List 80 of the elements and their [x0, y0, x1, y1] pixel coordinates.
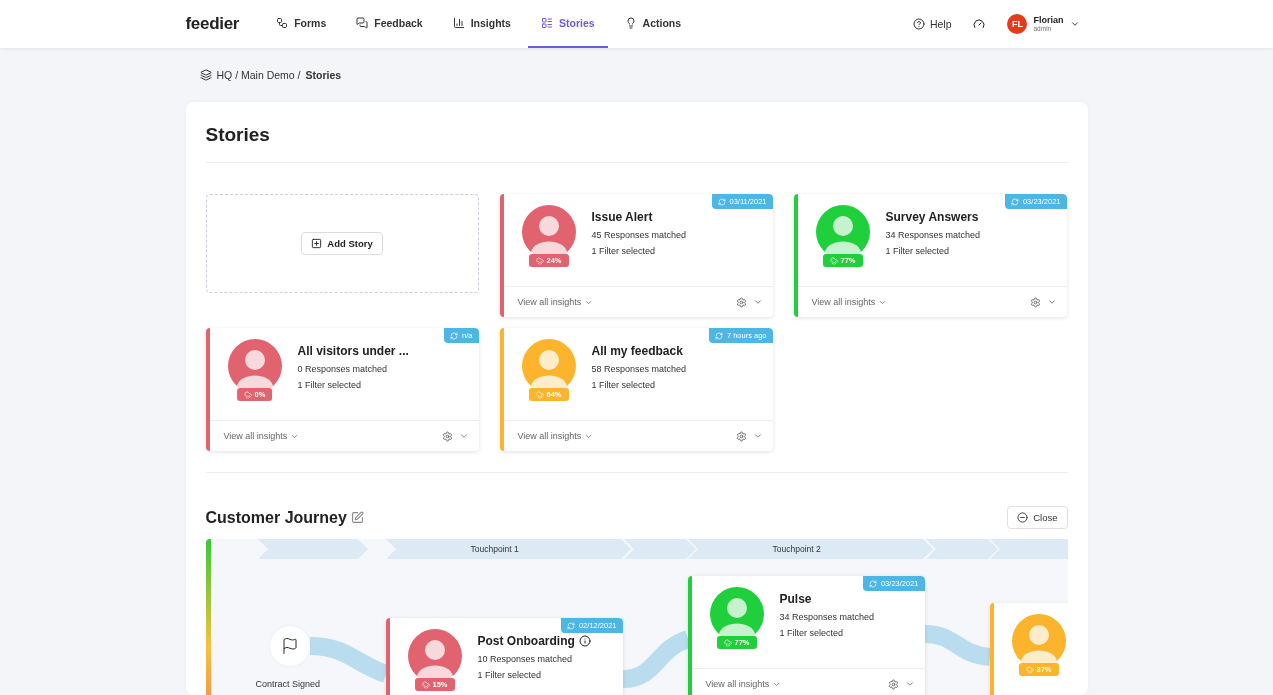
- lightbulb-icon: [624, 17, 637, 29]
- responses-count: 34 Responses matched: [885, 229, 981, 242]
- chevron-down-icon[interactable]: [1046, 297, 1057, 307]
- close-button[interactable]: Close: [1007, 506, 1068, 529]
- help-icon: [912, 18, 925, 30]
- section-title: Customer Journey: [205, 508, 364, 527]
- settings-icon[interactable]: [887, 678, 899, 690]
- edit-icon[interactable]: [350, 511, 364, 524]
- responses-count: 34 Responses matched: [779, 611, 875, 624]
- stage-label: Touchpoint 2: [772, 544, 821, 554]
- story-title: Post Onboarding: [477, 634, 591, 648]
- refresh-icon: [566, 621, 575, 630]
- bar-chart-icon: [452, 17, 465, 29]
- flow-ribbon: [924, 625, 991, 666]
- flow-ribbon: [621, 630, 691, 688]
- settings-icon[interactable]: [441, 430, 453, 442]
- view-insights-link[interactable]: View all insights: [517, 297, 730, 307]
- chevron-down-icon[interactable]: [904, 679, 915, 689]
- page-title: Stories: [205, 102, 1068, 163]
- story-title: Pulse: [779, 592, 813, 606]
- chevron-down-icon[interactable]: [752, 297, 763, 307]
- view-insights-link[interactable]: View all insights: [811, 297, 1024, 307]
- filter-count: 1 Filter selected: [591, 245, 657, 258]
- chevron-down-icon[interactable]: [752, 431, 763, 441]
- refresh-icon: [450, 331, 459, 340]
- help-link[interactable]: Help: [912, 18, 952, 30]
- filter-count: 1 Filter selected: [779, 627, 845, 640]
- refresh-icon: [868, 579, 877, 588]
- minus-circle-icon: [1017, 512, 1029, 523]
- cloud-icon: [243, 390, 252, 399]
- cloud-icon: [1025, 665, 1034, 674]
- list-icon: [540, 17, 553, 29]
- story-title: All my feedback: [591, 344, 684, 358]
- cloud-icon: [723, 638, 732, 647]
- settings-icon[interactable]: [735, 296, 747, 308]
- plus-icon: [311, 238, 323, 249]
- settings-icon[interactable]: [735, 430, 747, 442]
- info-icon[interactable]: [578, 635, 591, 647]
- responses-count: 0 Responses matched: [297, 363, 389, 376]
- flag-icon: [280, 637, 299, 655]
- cloud-icon: [535, 390, 544, 399]
- cloud-icon: [829, 256, 838, 265]
- add-story-button[interactable]: Add Story: [301, 232, 383, 255]
- logo[interactable]: feedier: [185, 14, 240, 34]
- refresh-icon: [714, 331, 723, 340]
- breadcrumb-current: Stories: [305, 69, 342, 81]
- view-insights-link[interactable]: View all insights: [223, 431, 436, 441]
- gauge-icon[interactable]: [973, 18, 986, 30]
- nav-tab[interactable]: Forms: [263, 0, 340, 48]
- settings-icon[interactable]: [1029, 296, 1041, 308]
- filter-count: 1 Filter selected: [477, 669, 543, 682]
- view-insights-link[interactable]: View all insights: [517, 431, 730, 441]
- user-avatar[interactable]: FL: [1007, 14, 1028, 34]
- refresh-icon: [717, 197, 726, 206]
- responses-count: 45 Responses matched: [591, 229, 687, 242]
- chevron-down-icon[interactable]: [458, 431, 469, 441]
- cloud-icon: [535, 256, 544, 265]
- nav-tab[interactable]: Stories: [527, 0, 608, 48]
- story-title: All visitors under ...: [297, 344, 409, 358]
- refresh-icon: [1010, 197, 1019, 206]
- workflow-icon: [276, 17, 289, 29]
- filter-count: 1 Filter selected: [297, 379, 363, 392]
- milestone-label: Contract Signed: [255, 679, 321, 689]
- layers-icon: [199, 69, 212, 81]
- responses-count: 10 Responses matched: [477, 653, 574, 666]
- filter-count: 1 Filter selected: [885, 245, 951, 258]
- story-title: Issue Alert: [591, 210, 654, 224]
- view-insights-link[interactable]: View all insights: [705, 679, 882, 689]
- stage-label: Touchpoint 1: [470, 544, 519, 554]
- user-name: Florian: [1033, 15, 1064, 25]
- cloud-icon: [421, 680, 430, 689]
- chevron-down-icon[interactable]: [1069, 19, 1080, 29]
- filter-count: 1 Filter selected: [591, 379, 657, 392]
- chat-bubbles-icon: [356, 17, 369, 29]
- story-title: Survey Answers: [885, 210, 980, 224]
- nav-tab[interactable]: Feedback: [343, 0, 436, 48]
- nav-tab[interactable]: Insights: [439, 0, 524, 48]
- responses-count: 58 Responses matched: [591, 363, 687, 376]
- breadcrumb-path[interactable]: HQ / Main Demo /: [216, 69, 301, 81]
- nav-tab[interactable]: Actions: [611, 0, 695, 48]
